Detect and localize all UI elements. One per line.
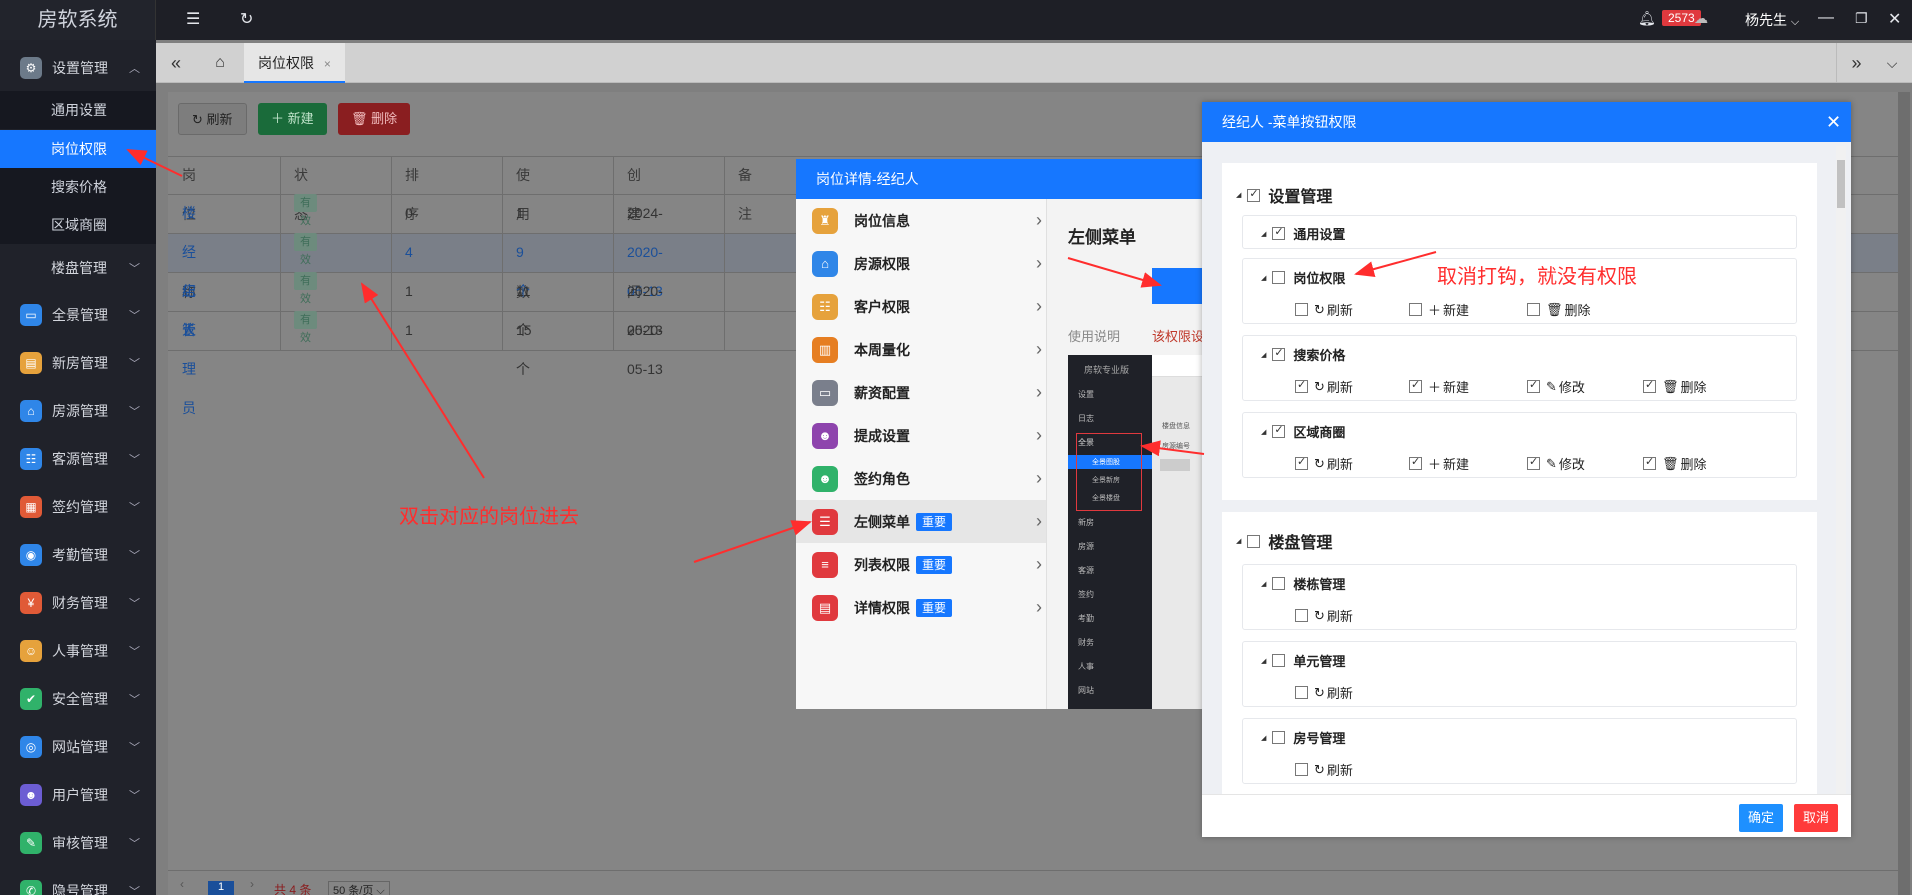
arrow-to-content	[1067, 257, 1162, 288]
arrow-to-row	[360, 282, 485, 479]
arrow-to-left-menu	[693, 520, 812, 563]
annotation-double-click: 双击对应的岗位进去	[399, 506, 579, 528]
arrow-to-preview	[1140, 440, 1205, 457]
arrow-to-post-checkbox	[1354, 251, 1437, 277]
annotation-uncheck: 取消打钩，就没有权限	[1437, 266, 1637, 288]
annotation-arrows	[126, 149, 1437, 563]
arrow-to-sidebar	[126, 149, 183, 177]
